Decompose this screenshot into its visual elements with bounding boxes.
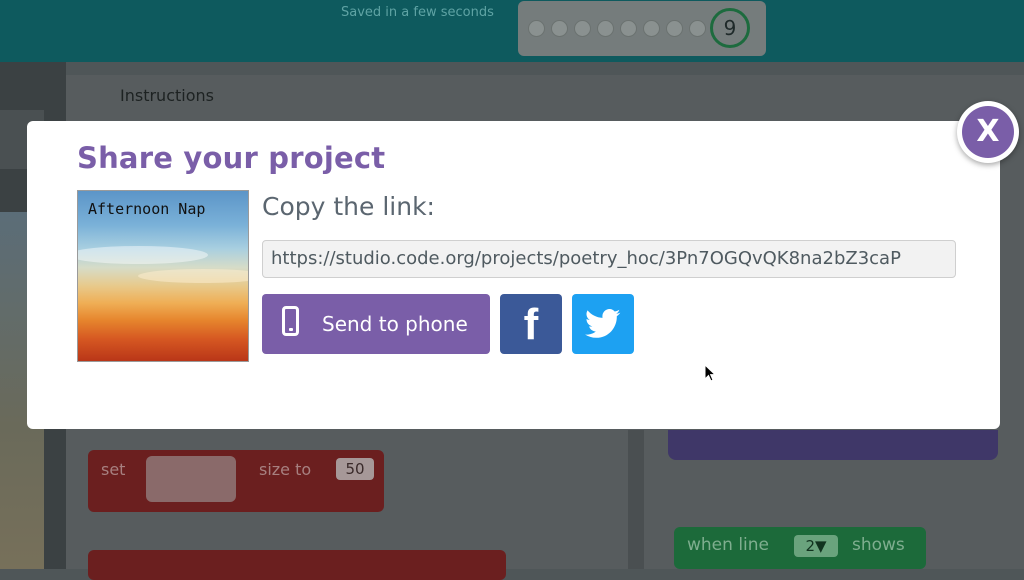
- sprite-begins-block[interactable]: [88, 550, 506, 580]
- dialog-title: Share your project: [77, 141, 386, 175]
- progress-dot[interactable]: [620, 20, 637, 37]
- close-button[interactable]: X: [957, 101, 1019, 163]
- project-thumbnail: Afternoon Nap: [77, 190, 249, 362]
- share-url-field[interactable]: https://studio.code.org/projects/poetry_…: [262, 240, 956, 278]
- share-dialog: Share your project Afternoon Nap Copy th…: [27, 121, 1000, 429]
- level-progress: 9: [518, 1, 766, 56]
- progress-dot[interactable]: [574, 20, 591, 37]
- progress-dot[interactable]: [528, 20, 545, 37]
- thumbnail-cloud: [78, 246, 208, 264]
- set-size-block[interactable]: set size to 50: [88, 450, 384, 512]
- block-size-label: size to: [259, 460, 312, 479]
- progress-dot[interactable]: [551, 20, 568, 37]
- facebook-share-button[interactable]: f: [500, 294, 562, 354]
- send-to-phone-button[interactable]: Send to phone: [262, 294, 490, 354]
- block-shows-label: shows: [852, 535, 905, 555]
- block-set-label: set: [101, 460, 126, 479]
- top-bar: Saved in a few seconds 9: [0, 0, 1024, 62]
- thumbnail-cloud: [138, 269, 248, 283]
- facebook-icon: f: [523, 300, 539, 349]
- progress-dot[interactable]: [689, 20, 706, 37]
- current-level-indicator[interactable]: 9: [710, 8, 750, 48]
- workspace-divider: [628, 430, 644, 569]
- instructions-tab[interactable]: Instructions: [120, 86, 214, 105]
- send-to-phone-label: Send to phone: [322, 312, 468, 336]
- purple-block[interactable]: [668, 430, 998, 460]
- phone-icon: [282, 306, 299, 336]
- mouse-cursor-icon: [704, 364, 717, 382]
- progress-dot[interactable]: [643, 20, 660, 37]
- thumbnail-caption: Afternoon Nap: [88, 200, 206, 218]
- block-when-label: when line: [687, 535, 769, 555]
- twitter-icon: [585, 309, 621, 338]
- sprite-dropdown[interactable]: [146, 456, 236, 502]
- progress-dot[interactable]: [666, 20, 683, 37]
- twitter-share-button[interactable]: [572, 294, 634, 354]
- progress-dot[interactable]: [597, 20, 614, 37]
- line-number-dropdown[interactable]: 2▼: [794, 535, 838, 557]
- close-icon: X: [962, 106, 1014, 158]
- when-line-shows-block[interactable]: when line 2▼ shows: [674, 527, 926, 569]
- save-status: Saved in a few seconds: [341, 5, 494, 20]
- size-value-input[interactable]: 50: [336, 458, 374, 480]
- copy-link-label: Copy the link:: [262, 192, 435, 221]
